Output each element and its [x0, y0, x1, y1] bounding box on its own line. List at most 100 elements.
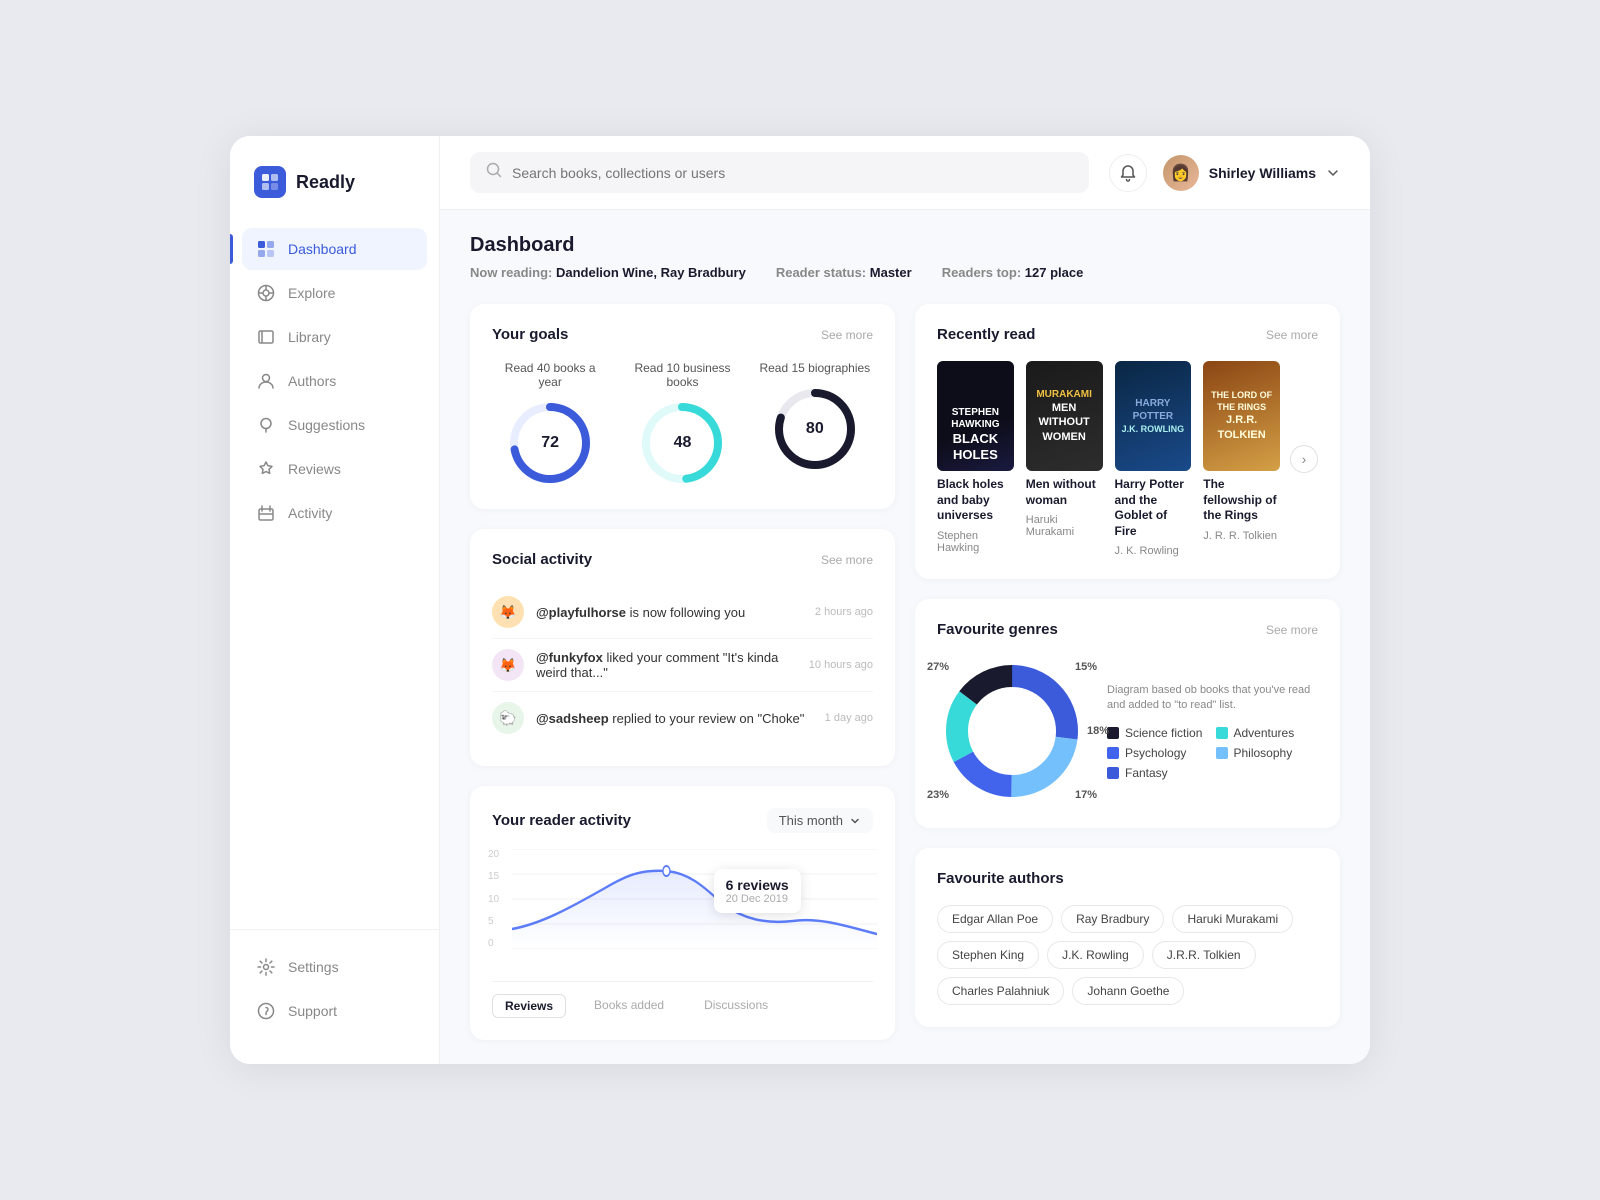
social-activity-see-more[interactable]: See more [821, 553, 873, 567]
book-author-2: J. K. Rowling [1115, 545, 1192, 557]
legend-adventures: Adventures [1216, 726, 1319, 740]
goal-percent-1: 48 [674, 434, 692, 452]
favourite-genres-card: Favourite genres See more 15% 18% 17% 23… [915, 599, 1340, 828]
activity-icon [256, 503, 276, 523]
activity-avatar-1: 🦊 [492, 649, 524, 681]
search-box[interactable] [470, 152, 1089, 193]
chart-tabs: Reviews Books added Discussions [492, 981, 873, 1018]
goal-label-2: Read 15 biographies [759, 361, 870, 375]
legend-label-psychology: Psychology [1125, 746, 1186, 760]
recently-read-see-more[interactable]: See more [1266, 328, 1318, 342]
chevron-period-icon [849, 815, 861, 827]
goal-circle-0: 72 [506, 399, 594, 487]
book-title-3: The fellowship of the Rings [1203, 477, 1280, 524]
search-input[interactable] [512, 165, 1073, 181]
sidebar-item-support[interactable]: Support [242, 990, 427, 1032]
authors-title: Favourite authors [937, 870, 1064, 887]
author-chip-4[interactable]: J.K. Rowling [1047, 941, 1144, 969]
legend-dot-philosophy [1216, 747, 1228, 759]
page-title: Dashboard [470, 234, 1340, 257]
tooltip-value: 6 reviews [726, 877, 789, 893]
author-chip-0[interactable]: Edgar Allan Poe [937, 905, 1053, 933]
sidebar-item-dashboard[interactable]: Dashboard [242, 228, 427, 270]
readers-top-label: Readers top: [942, 265, 1021, 280]
chart-tab-books-added[interactable]: Books added [582, 994, 676, 1018]
activity-time-0: 2 hours ago [815, 606, 873, 618]
book-author-0: Stephen Hawking [937, 530, 1014, 554]
book-item-3[interactable]: THE LORD OF THE RINGSJ.R.R.TOLKIEN The f… [1203, 361, 1280, 542]
sidebar-label-explore: Explore [288, 285, 335, 301]
recently-read-title: Recently read [937, 326, 1035, 343]
goals-see-more[interactable]: See more [821, 328, 873, 342]
sidebar-label-authors: Authors [288, 373, 336, 389]
sidebar-nav: Dashboard Explore [230, 228, 439, 929]
sidebar: Readly Dashboard [230, 136, 440, 1064]
sidebar-label-activity: Activity [288, 505, 332, 521]
genre-label-18: 18% [1087, 725, 1109, 737]
user-profile[interactable]: 👩 Shirley Williams [1163, 155, 1340, 191]
genres-content: 15% 18% 17% 23% 27% [937, 656, 1318, 806]
dashboard-icon [256, 239, 276, 259]
legend-label-adventures: Adventures [1234, 726, 1295, 740]
goals-grid: Read 40 books a year 72 [492, 361, 873, 487]
sidebar-item-library[interactable]: Library [242, 316, 427, 358]
goals-card: Your goals See more Read 40 books a year [470, 304, 895, 509]
sidebar-item-activity[interactable]: Activity [242, 492, 427, 534]
chart-tab-discussions[interactable]: Discussions [692, 994, 780, 1018]
sidebar-item-settings[interactable]: Settings [242, 946, 427, 988]
sidebar-item-reviews[interactable]: Reviews [242, 448, 427, 490]
author-chip-7[interactable]: Johann Goethe [1072, 977, 1184, 1005]
sidebar-item-authors[interactable]: Authors [242, 360, 427, 402]
period-selector[interactable]: This month [767, 808, 873, 833]
user-name: Shirley Williams [1209, 165, 1316, 181]
book-cover-1: MURAKAMIMEN WITHOUTWOMEN [1026, 361, 1103, 471]
author-chip-6[interactable]: Charles Palahniuk [937, 977, 1064, 1005]
legend-label-sci-fi: Science fiction [1125, 726, 1202, 740]
sidebar-label-dashboard: Dashboard [288, 241, 357, 257]
book-title-2: Harry Potter and the Goblet of Fire [1115, 477, 1192, 539]
goal-circle-1: 48 [638, 399, 726, 487]
notification-button[interactable] [1109, 154, 1147, 192]
readers-top: Readers top: 127 place [942, 265, 1084, 280]
goal-label-1: Read 10 business books [624, 361, 740, 389]
author-chip-2[interactable]: Haruki Murakami [1172, 905, 1293, 933]
book-item-0[interactable]: STEPHEN HAWKINGBLACK HOLES Black holes a… [937, 361, 1014, 554]
goal-item-1: Read 10 business books 48 [624, 361, 740, 487]
book-item-1[interactable]: MURAKAMIMEN WITHOUTWOMEN Men without wom… [1026, 361, 1103, 538]
sidebar-item-explore[interactable]: Explore [242, 272, 427, 314]
book-title-0: Black holes and baby universes [937, 477, 1014, 524]
settings-icon [256, 957, 276, 977]
authors-header: Favourite authors [937, 870, 1318, 887]
goal-percent-2: 80 [806, 420, 824, 438]
goal-label-0: Read 40 books a year [492, 361, 608, 389]
legend-sci-fi: Science fiction [1107, 726, 1210, 740]
avatar: 👩 [1163, 155, 1199, 191]
reader-status-label: Reader status: [776, 265, 866, 280]
goals-card-header: Your goals See more [492, 326, 873, 343]
chart-tab-reviews[interactable]: Reviews [492, 994, 566, 1018]
activity-item-0: 🦊 @playfulhorse is now following you 2 h… [492, 586, 873, 639]
author-chip-1[interactable]: Ray Bradbury [1061, 905, 1164, 933]
legend-dot-fantasy [1107, 767, 1119, 779]
genres-see-more[interactable]: See more [1266, 623, 1318, 637]
page-subtitle: Now reading: Dandelion Wine, Ray Bradbur… [470, 265, 1340, 280]
period-label: This month [779, 813, 843, 828]
goals-title: Your goals [492, 326, 568, 343]
author-chip-3[interactable]: Stephen King [937, 941, 1039, 969]
reviews-icon [256, 459, 276, 479]
dashboard-grid: Your goals See more Read 40 books a year [470, 304, 1340, 1040]
library-icon [256, 327, 276, 347]
reader-status: Reader status: Master [776, 265, 912, 280]
sidebar-item-suggestions[interactable]: Suggestions [242, 404, 427, 446]
books-nav-next[interactable]: › [1290, 445, 1318, 473]
sidebar-label-library: Library [288, 329, 331, 345]
activity-time-1: 10 hours ago [809, 659, 873, 671]
now-reading-value: Dandelion Wine, Ray Bradbury [556, 265, 746, 280]
book-item-2[interactable]: HARRYPOTTERJ.K. ROWLING Harry Potter and… [1115, 361, 1192, 557]
author-chip-5[interactable]: J.R.R. Tolkien [1152, 941, 1256, 969]
reader-activity-title: Your reader activity [492, 812, 631, 829]
activity-text-2: @sadsheep replied to your review on "Cho… [536, 711, 813, 726]
chevron-down-icon [1326, 166, 1340, 180]
legend-psychology: Psychology [1107, 746, 1210, 760]
social-activity-card: Social activity See more 🦊 @playfulhorse… [470, 529, 895, 766]
